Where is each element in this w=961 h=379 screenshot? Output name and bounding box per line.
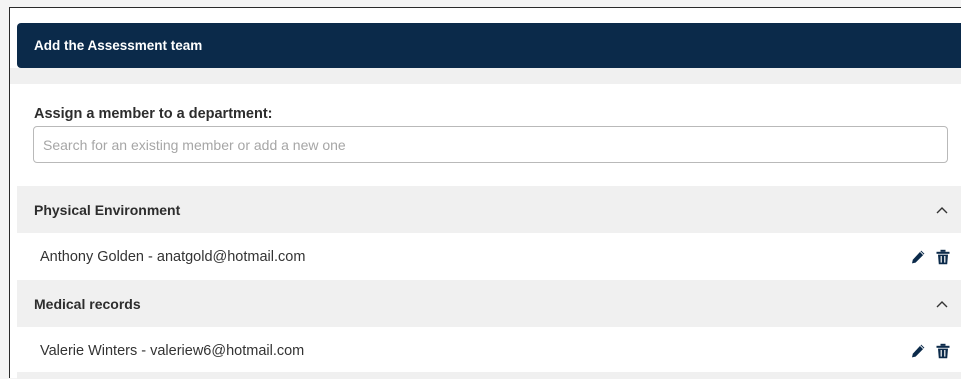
chevron-up-icon[interactable] <box>936 206 948 214</box>
member-search-input[interactable] <box>33 126 948 163</box>
chevron-up-icon[interactable] <box>936 300 948 308</box>
member-actions <box>910 343 950 359</box>
department-header-medical-records[interactable]: Medical records <box>17 280 961 327</box>
assignment-card: Assign a member to a department: Physica… <box>17 84 961 379</box>
member-row: Valerie Winters - valeriew6@hotmail.com <box>17 327 961 374</box>
pencil-icon[interactable] <box>910 343 926 359</box>
member-actions <box>910 249 950 265</box>
department-title: Medical records <box>34 295 141 312</box>
member-row: Anthony Golden - anatgold@hotmail.com <box>17 233 961 280</box>
panel-title: Add the Assessment team <box>34 38 203 53</box>
department-header-physical-environment[interactable]: Physical Environment <box>17 186 961 233</box>
assign-member-label: Assign a member to a department: <box>34 106 273 122</box>
section-spacer <box>10 68 961 84</box>
member-entry: Valerie Winters - valeriew6@hotmail.com <box>40 342 305 359</box>
member-entry: Anthony Golden - anatgold@hotmail.com <box>40 248 306 265</box>
department-title: Physical Environment <box>34 201 181 218</box>
trash-icon[interactable] <box>936 343 950 359</box>
trash-icon[interactable] <box>936 249 950 265</box>
pencil-icon[interactable] <box>910 249 926 265</box>
assessment-team-panel: Add the Assessment team Assign a member … <box>9 7 961 379</box>
panel-header: Add the Assessment team <box>17 23 961 68</box>
